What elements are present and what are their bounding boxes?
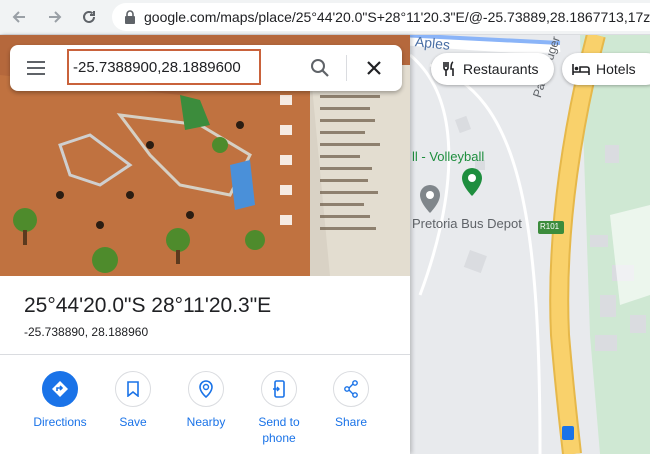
nearby-icon bbox=[188, 371, 224, 407]
curved-street-2 bbox=[409, 53, 451, 296]
poi-label-volleyball[interactable]: ll - Volleyball bbox=[412, 149, 484, 164]
poi-label-bus-depot[interactable]: Pretoria Bus Depot bbox=[412, 216, 522, 231]
reload-icon bbox=[83, 10, 95, 23]
forward-button[interactable] bbox=[44, 6, 66, 28]
place-photo[interactable] bbox=[0, 35, 410, 276]
panel-divider bbox=[0, 354, 410, 355]
road-shield-label: R101 bbox=[540, 222, 560, 231]
back-button[interactable] bbox=[8, 6, 30, 28]
search-box bbox=[10, 45, 402, 91]
place-title: 25°44'20.0"S 28°11'20.3"E bbox=[24, 294, 272, 317]
search-button[interactable] bbox=[308, 56, 332, 80]
search-input[interactable] bbox=[67, 49, 261, 85]
place-panel: 25°44'20.0"S 28°11'20.3"E -25.738890, 28… bbox=[0, 35, 410, 454]
phone-icon bbox=[261, 371, 297, 407]
nearby-label: Nearby bbox=[186, 415, 226, 429]
browser-toolbar: google.com/maps/place/25°44'20.0"S+28°11… bbox=[0, 0, 650, 35]
restaurants-chip[interactable]: Restaurants bbox=[431, 53, 554, 85]
hotels-label: Hotels bbox=[596, 61, 636, 77]
directions-icon bbox=[42, 371, 78, 407]
close-icon bbox=[367, 61, 381, 75]
address-bar[interactable]: google.com/maps/place/25°44'20.0"S+28°11… bbox=[112, 3, 650, 31]
bed-icon bbox=[572, 62, 590, 76]
bookmark-icon bbox=[115, 371, 151, 407]
address-url: google.com/maps/place/25°44'20.0"S+28°11… bbox=[144, 9, 650, 25]
hotels-chip[interactable]: Hotels bbox=[562, 53, 650, 85]
share-button[interactable]: Share bbox=[314, 371, 388, 430]
volleyball-pin[interactable] bbox=[462, 168, 482, 196]
send-to-phone-button[interactable]: Send to phone bbox=[242, 371, 316, 446]
search-divider bbox=[346, 55, 347, 81]
place-decimal-coords: -25.738890, 28.188960 bbox=[24, 325, 149, 339]
nearby-button[interactable]: Nearby bbox=[169, 371, 243, 430]
menu-button[interactable] bbox=[24, 57, 48, 79]
directions-label: Directions bbox=[33, 415, 87, 429]
restaurants-label: Restaurants bbox=[463, 61, 539, 77]
fork-knife-icon bbox=[441, 61, 457, 77]
phone-label: phone bbox=[262, 431, 296, 445]
directions-button[interactable]: Directions bbox=[23, 371, 97, 430]
hamburger-icon bbox=[27, 61, 45, 75]
save-button[interactable]: Save bbox=[96, 371, 170, 430]
send-to-label: Send to bbox=[258, 415, 300, 429]
bus-depot-pin[interactable] bbox=[420, 185, 440, 213]
bus-stop-icon[interactable] bbox=[562, 426, 574, 440]
reload-button[interactable] bbox=[78, 6, 100, 28]
arrow-right-icon bbox=[49, 11, 62, 23]
magnifier-icon bbox=[311, 59, 329, 77]
close-button[interactable] bbox=[362, 56, 386, 80]
share-icon bbox=[333, 371, 369, 407]
share-label: Share bbox=[334, 415, 368, 429]
lock-icon bbox=[125, 10, 135, 24]
save-label: Save bbox=[119, 415, 147, 429]
arrow-left-icon bbox=[12, 11, 25, 23]
